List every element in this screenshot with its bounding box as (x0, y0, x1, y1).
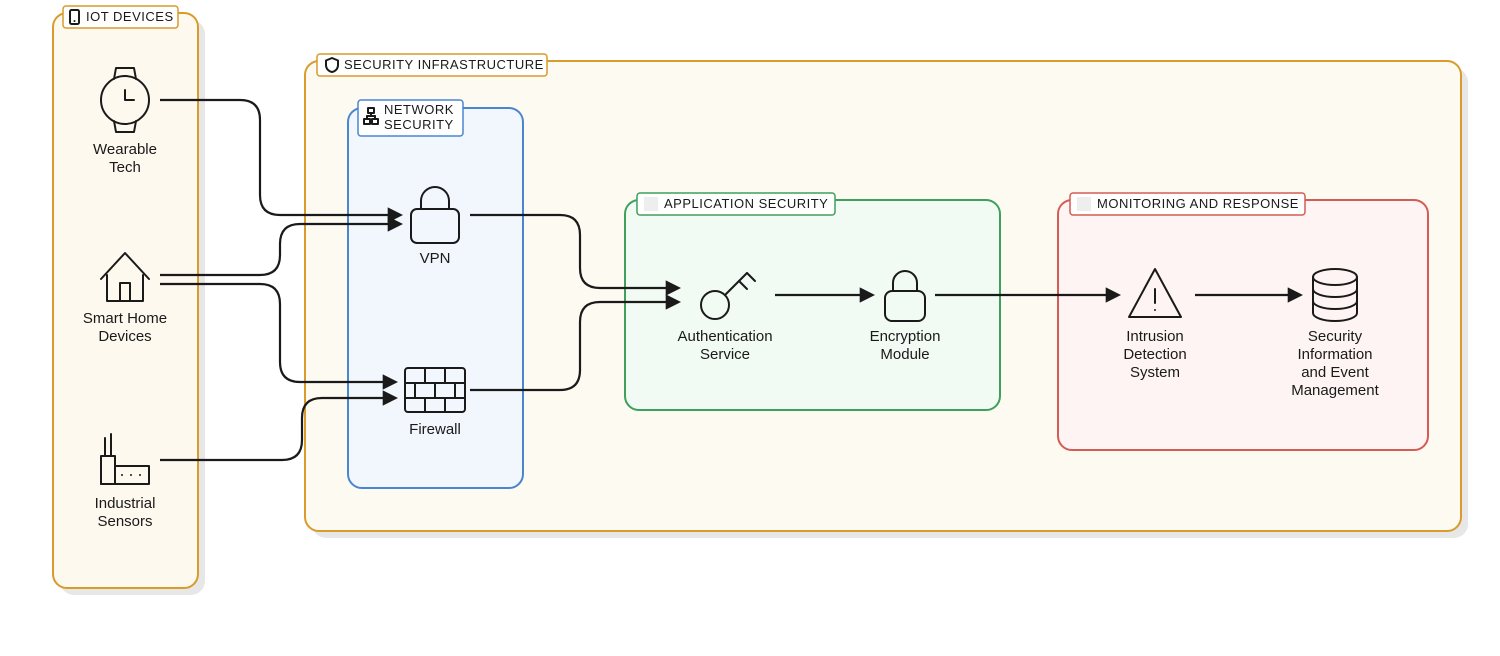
auth-label-1: Authentication (677, 328, 772, 345)
encryption-label-1: Encryption (870, 328, 941, 345)
ids-label-3: System (1130, 364, 1180, 381)
app-icon-placeholder (644, 197, 658, 211)
ids-label-1: Intrusion (1126, 328, 1184, 345)
siem-label-2: Information (1297, 346, 1372, 363)
monitoring-icon-placeholder (1077, 197, 1091, 211)
iot-group-label: IOT DEVICES (86, 9, 174, 24)
industrial-label-1: Industrial (95, 495, 156, 512)
vpn-label: VPN (420, 250, 451, 267)
security-group-label: SECURITY INFRASTRUCTURE (344, 57, 544, 72)
monitoring-group-label: MONITORING AND RESPONSE (1097, 196, 1299, 211)
siem-label-1: Security (1308, 328, 1363, 345)
application-security-group: APPLICATION SECURITY (625, 193, 1000, 410)
firewall-label: Firewall (409, 421, 461, 438)
smarthome-label-2: Devices (98, 328, 151, 345)
network-group-label-2: SECURITY (384, 117, 454, 132)
siem-label-4: Management (1291, 382, 1379, 399)
wearable-label-1: Wearable (93, 141, 157, 158)
monitoring-group: MONITORING AND RESPONSE (1058, 193, 1428, 450)
industrial-label-2: Sensors (97, 513, 152, 530)
app-group-label: APPLICATION SECURITY (664, 196, 828, 211)
network-group-label-1: NETWORK (384, 102, 454, 117)
smarthome-label-1: Smart Home (83, 310, 167, 327)
wearable-label-2: Tech (109, 159, 141, 176)
encryption-label-2: Module (880, 346, 929, 363)
siem-label-3: and Event (1301, 364, 1369, 381)
ids-label-2: Detection (1123, 346, 1186, 363)
auth-label-2: Service (700, 346, 750, 363)
